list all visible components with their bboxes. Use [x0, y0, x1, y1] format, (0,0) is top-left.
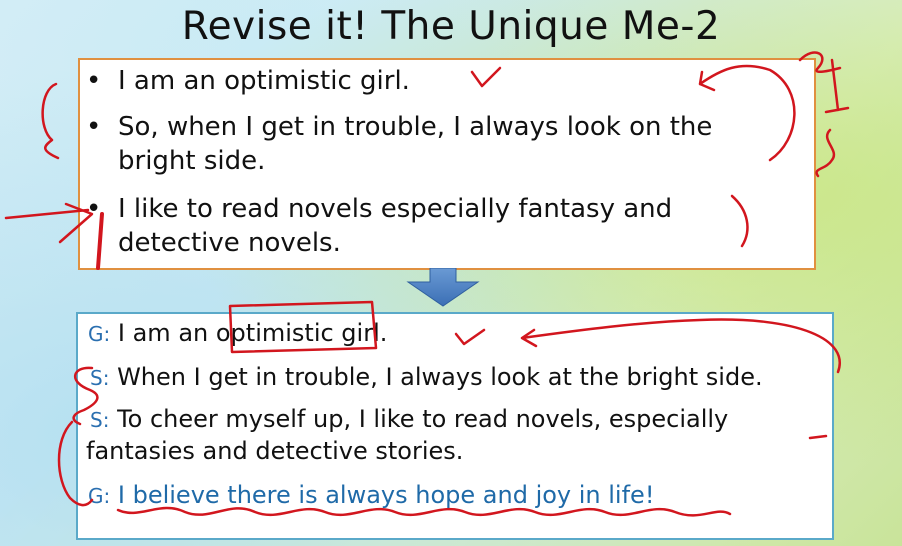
bullet-dot: •: [86, 194, 102, 224]
bullet-item-1: • I am an optimistic girl.: [80, 64, 780, 98]
line-tag: G:: [88, 484, 111, 508]
revised-line-5: G: I believe there is always hope and jo…: [88, 480, 654, 511]
line-tag: S:: [90, 366, 110, 390]
bullet-item-2: • So, when I get in trouble, I always lo…: [80, 110, 780, 178]
bullet-dot: •: [86, 66, 102, 96]
line-text: fantasies and detective stories.: [86, 437, 464, 465]
slide-title: Revise it! The Unique Me-2: [181, 4, 721, 49]
revised-text-box: G: I am an optimistic girl. S: When I ge…: [76, 312, 834, 540]
line-text: I believe there is always hope and joy i…: [117, 481, 655, 509]
bullet-text-line: I like to read novels especially fantasy…: [118, 194, 673, 224]
revised-line-4: fantasies and detective stories.: [86, 436, 463, 467]
line-text: When I get in trouble, I always look at …: [117, 363, 763, 391]
revised-line-3: S: To cheer myself up, I like to read no…: [90, 404, 728, 435]
bullet-text-line: bright side.: [118, 146, 266, 176]
line-tag: G:: [88, 322, 111, 346]
bullet-text-line: So, when I get in trouble, I always look…: [118, 112, 713, 142]
original-text-box: • I am an optimistic girl. • So, when I …: [78, 58, 816, 270]
line-tag: S:: [90, 408, 110, 432]
bullet-item-3: • I like to read novels especially fanta…: [80, 192, 780, 260]
revised-line-2: S: When I get in trouble, I always look …: [90, 362, 763, 393]
bullet-text-line: detective novels.: [118, 228, 341, 258]
down-arrow-icon: [406, 268, 480, 307]
line-text: To cheer myself up, I like to read novel…: [117, 405, 729, 433]
bullet-text-line: I am an optimistic girl.: [118, 66, 410, 96]
bullet-dot: •: [86, 112, 102, 142]
revised-line-1: G: I am an optimistic girl.: [88, 318, 387, 349]
bracket-mark: [41, 82, 60, 160]
line-text: I am an optimistic girl.: [117, 319, 388, 347]
